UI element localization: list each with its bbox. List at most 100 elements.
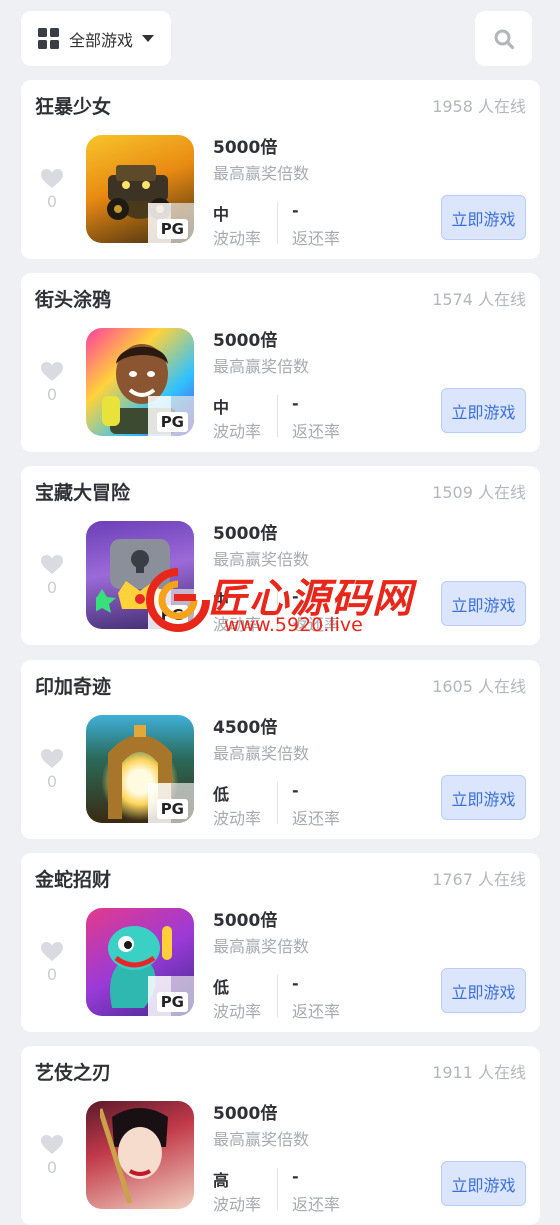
provider-badge: PG	[156, 605, 188, 625]
heart-icon	[41, 362, 63, 381]
volatility-label: 波动率	[213, 809, 262, 828]
rtp-label: 返还率	[292, 1002, 341, 1021]
online-count: 1911 人在线	[432, 1063, 526, 1082]
game-thumbnail[interactable]: PG	[86, 328, 194, 436]
rtp-value: -	[292, 781, 299, 800]
game-title: 印加奇迹	[35, 676, 112, 698]
category-filter-label: 全部游戏	[69, 30, 134, 50]
caret-down-icon	[142, 35, 155, 42]
stat-divider	[277, 202, 278, 244]
heart-icon	[41, 555, 63, 574]
max-multiplier-label: 最高赢奖倍数	[213, 937, 310, 956]
play-now-button[interactable]: 立即游戏	[441, 968, 526, 1013]
favorite-button[interactable]: 0	[39, 941, 65, 984]
game-title: 金蛇招财	[35, 869, 112, 891]
volatility-value: 中	[213, 398, 230, 417]
favorite-button[interactable]: 0	[39, 554, 65, 597]
heart-icon	[41, 942, 63, 961]
game-thumbnail[interactable]: PG	[86, 135, 194, 243]
rtp-label: 返还率	[292, 809, 341, 828]
favorite-count: 0	[46, 192, 58, 211]
favorite-count: 0	[46, 385, 58, 404]
rtp-label: 返还率	[292, 1195, 341, 1214]
heart-icon	[41, 1135, 63, 1154]
volatility-value: 高	[213, 1171, 230, 1190]
stat-divider	[277, 395, 278, 437]
max-multiplier-label: 最高赢奖倍数	[213, 164, 310, 183]
volatility-value: 中	[213, 205, 230, 224]
grid-icon	[38, 28, 59, 49]
game-title: 宝藏大冒险	[35, 482, 131, 504]
online-count: 1574 人在线	[432, 290, 526, 309]
game-card: 宝藏大冒险 1509 人在线 0 PG 5000倍 最高赢奖倍数 中 波动率 -…	[21, 466, 540, 645]
game-card: 街头涂鸦 1574 人在线 0 PG 5000倍 最高赢奖倍数 中 波动率 - …	[21, 273, 540, 452]
max-multiplier: 5000倍	[213, 1104, 278, 1124]
volatility-value: 中	[213, 591, 230, 610]
max-multiplier-label: 最高赢奖倍数	[213, 550, 310, 569]
online-count: 1958 人在线	[432, 97, 526, 116]
rtp-value: -	[292, 974, 299, 993]
game-card: 艺伎之刃 1911 人在线 0 5000倍 最高赢奖倍数 高 波动率 - 返还率…	[21, 1046, 540, 1225]
game-thumbnail[interactable]: PG	[86, 908, 194, 1016]
rtp-value: -	[292, 587, 299, 606]
top-bar: 全部游戏	[0, 0, 560, 80]
rtp-label: 返还率	[292, 615, 341, 634]
max-multiplier: 5000倍	[213, 911, 278, 931]
stat-divider	[277, 975, 278, 1017]
stat-divider	[277, 782, 278, 824]
favorite-button[interactable]: 0	[39, 361, 65, 404]
volatility-label: 波动率	[213, 1002, 262, 1021]
game-title: 艺伎之刃	[35, 1062, 112, 1084]
favorite-count: 0	[46, 772, 58, 791]
rtp-value: -	[292, 201, 299, 220]
online-count: 1509 人在线	[432, 483, 526, 502]
rtp-value: -	[292, 1167, 299, 1186]
game-thumbnail[interactable]: PG	[86, 521, 194, 629]
heart-icon	[41, 749, 63, 768]
game-title: 狂暴少女	[35, 96, 112, 118]
favorite-count: 0	[46, 965, 58, 984]
game-card: 狂暴少女 1958 人在线 0 PG 5000倍 最高赢奖倍数 中 波动率 - …	[21, 80, 540, 259]
volatility-label: 波动率	[213, 422, 262, 441]
rtp-value: -	[292, 394, 299, 413]
max-multiplier: 5000倍	[213, 524, 278, 544]
favorite-button[interactable]: 0	[39, 1134, 65, 1177]
online-count: 1605 人在线	[432, 677, 526, 696]
game-card: 印加奇迹 1605 人在线 0 PG 4500倍 最高赢奖倍数 低 波动率 - …	[21, 660, 540, 839]
stat-divider	[277, 588, 278, 630]
max-multiplier: 5000倍	[213, 138, 278, 158]
play-now-button[interactable]: 立即游戏	[441, 388, 526, 433]
volatility-value: 低	[213, 785, 230, 804]
volatility-value: 低	[213, 978, 230, 997]
game-thumbnail[interactable]	[86, 1101, 194, 1209]
play-now-button[interactable]: 立即游戏	[441, 195, 526, 240]
volatility-label: 波动率	[213, 229, 262, 248]
online-count: 1767 人在线	[432, 870, 526, 889]
provider-badge: PG	[156, 412, 188, 432]
provider-badge: PG	[156, 219, 188, 239]
game-thumbnail[interactable]: PG	[86, 715, 194, 823]
favorite-button[interactable]: 0	[39, 168, 65, 211]
volatility-label: 波动率	[213, 615, 262, 634]
search-button[interactable]	[475, 11, 532, 66]
game-title: 街头涂鸦	[35, 289, 112, 311]
provider-badge: PG	[156, 992, 188, 1012]
rtp-label: 返还率	[292, 229, 341, 248]
max-multiplier-label: 最高赢奖倍数	[213, 744, 310, 763]
play-now-button[interactable]: 立即游戏	[441, 581, 526, 626]
stat-divider	[277, 1168, 278, 1210]
favorite-count: 0	[46, 578, 58, 597]
play-now-button[interactable]: 立即游戏	[441, 775, 526, 820]
volatility-label: 波动率	[213, 1195, 262, 1214]
favorite-count: 0	[46, 1158, 58, 1177]
search-icon	[494, 29, 514, 49]
max-multiplier: 5000倍	[213, 331, 278, 351]
play-now-button[interactable]: 立即游戏	[441, 1161, 526, 1206]
provider-badge: PG	[156, 799, 188, 819]
max-multiplier-label: 最高赢奖倍数	[213, 357, 310, 376]
favorite-button[interactable]: 0	[39, 748, 65, 791]
category-filter-button[interactable]: 全部游戏	[21, 11, 171, 66]
game-card: 金蛇招财 1767 人在线 0 PG 5000倍 最高赢奖倍数 低 波动率 - …	[21, 853, 540, 1032]
heart-icon	[41, 169, 63, 188]
rtp-label: 返还率	[292, 422, 341, 441]
